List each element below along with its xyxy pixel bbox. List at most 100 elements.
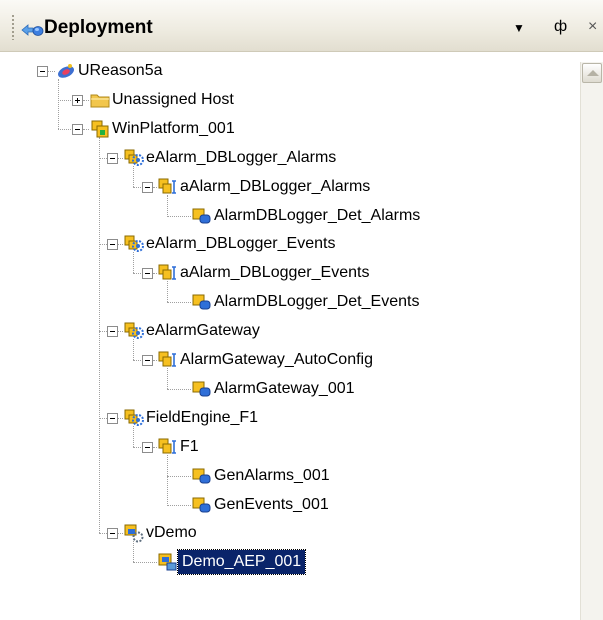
deployment-icon xyxy=(21,24,44,36)
minus-icon xyxy=(145,273,150,275)
tree-guide-line xyxy=(133,562,157,564)
tree-guide-line xyxy=(153,446,157,448)
vertical-scrollbar[interactable] xyxy=(580,62,603,620)
collapse-toggle[interactable] xyxy=(107,528,118,540)
galaxy-icon xyxy=(56,61,76,81)
tree-node-label: AlarmDBLogger_Det_Alarms xyxy=(214,206,421,224)
deployment-tree[interactable]: UReason5a Unassigned Host WinPlatform_001e… xyxy=(0,54,580,620)
tree-guide-line xyxy=(99,136,100,534)
view-app-icon xyxy=(158,552,178,572)
tree-guide-line xyxy=(58,79,59,129)
toolbar-grip[interactable] xyxy=(11,14,15,40)
collapse-toggle[interactable] xyxy=(142,355,153,366)
folder-icon xyxy=(90,90,110,110)
tree-guide-line xyxy=(133,339,134,360)
collapse-toggle[interactable] xyxy=(107,326,118,338)
scroll-up-arrow-icon xyxy=(587,70,599,76)
platform-icon xyxy=(90,119,110,139)
collapse-toggle[interactable] xyxy=(142,268,153,280)
tree-guide-line xyxy=(118,157,123,159)
object-icon xyxy=(192,379,212,399)
collapse-toggle[interactable] xyxy=(107,152,118,164)
area-icon xyxy=(158,350,178,370)
pane-menu-dropdown-button[interactable]: ▼ xyxy=(513,21,525,35)
engine-icon xyxy=(124,408,144,428)
tree-guide-line xyxy=(83,99,89,101)
tree-node-label: FieldEngine_F1 xyxy=(146,408,259,426)
collapse-toggle[interactable] xyxy=(142,441,153,453)
tree-guide-line xyxy=(153,273,157,275)
area-icon xyxy=(158,177,178,197)
tree-guide-line xyxy=(167,368,168,389)
tree-node-label: vDemo xyxy=(146,524,197,542)
tree-guide-line xyxy=(153,360,157,361)
expand-toggle[interactable] xyxy=(72,94,83,106)
tree-guide-line xyxy=(133,165,134,187)
tree-node-label: aAlarm_DBLogger_Events xyxy=(180,264,370,282)
view-engine-icon xyxy=(124,523,144,543)
minus-icon xyxy=(145,186,150,188)
minus-icon xyxy=(145,446,150,448)
tree-guide-line xyxy=(83,128,89,130)
tree-guide-line xyxy=(167,281,168,303)
minus-icon xyxy=(110,417,115,419)
tree-guide-line xyxy=(167,475,191,477)
tree-node-label: eAlarm_DBLogger_Alarms xyxy=(146,148,337,166)
engine-icon xyxy=(124,321,144,341)
pin-button[interactable]: ф xyxy=(554,18,567,36)
scroll-up-button[interactable] xyxy=(582,63,602,83)
close-button[interactable]: × xyxy=(588,18,597,36)
tree-node-label: eAlarm_DBLogger_Events xyxy=(146,235,336,253)
collapse-toggle[interactable] xyxy=(142,181,153,193)
tree-guide-line xyxy=(167,215,191,217)
collapse-toggle[interactable] xyxy=(37,66,48,77)
tree-node-label: WinPlatform_001 xyxy=(112,119,235,137)
tree-node-label: Unassigned Host xyxy=(112,90,234,108)
engine-icon xyxy=(124,234,144,254)
object-icon xyxy=(192,495,212,515)
pane-title-bar: Deployment ▼ ф × xyxy=(0,0,603,52)
object-icon xyxy=(192,292,212,312)
tree-node-label: F1 xyxy=(180,437,199,455)
engine-icon xyxy=(124,148,144,168)
minus-icon xyxy=(40,71,45,72)
tree-guide-line xyxy=(118,417,123,419)
tree-node-label: AlarmDBLogger_Det_Events xyxy=(214,293,420,311)
tree-guide-line xyxy=(48,71,55,72)
tree-guide-line xyxy=(167,504,191,506)
tree-node-label: GenEvents_001 xyxy=(214,495,329,513)
tree-node-label: aAlarm_DBLogger_Alarms xyxy=(180,177,371,195)
object-icon xyxy=(192,466,212,486)
tree-node-label: Demo_AEP_001 xyxy=(176,549,307,576)
tree-guide-line xyxy=(118,244,123,246)
deployment-pane: Deployment ▼ ф × UReason5a Unassigned Hos… xyxy=(0,0,603,620)
tree-node-label: eAlarmGateway xyxy=(146,322,260,340)
minus-icon xyxy=(145,360,150,361)
tree-node-label: UReason5a xyxy=(78,62,163,79)
tree-guide-line xyxy=(153,186,157,188)
collapse-toggle[interactable] xyxy=(107,239,118,251)
tree-node-label: AlarmGateway_AutoConfig xyxy=(180,351,373,368)
minus-icon xyxy=(110,244,115,246)
minus-icon xyxy=(110,331,115,333)
plus-icon xyxy=(77,97,78,103)
tree-node-label: AlarmGateway_001 xyxy=(214,379,355,397)
tree-guide-line xyxy=(118,533,123,535)
tree-guide-line xyxy=(133,541,134,563)
tree-node-label: GenAlarms_001 xyxy=(214,466,330,484)
tree-guide-line xyxy=(167,388,191,390)
tree-guide-line xyxy=(133,425,134,447)
tree-guide-line xyxy=(118,331,123,333)
collapse-toggle[interactable] xyxy=(107,412,118,424)
object-icon xyxy=(192,206,212,226)
minus-icon xyxy=(110,533,115,535)
tree-guide-line xyxy=(167,454,168,505)
tree-guide-line xyxy=(133,252,134,274)
minus-icon xyxy=(75,128,80,130)
area-icon xyxy=(158,437,178,457)
pane-title: Deployment xyxy=(44,17,153,38)
collapse-toggle[interactable] xyxy=(72,123,83,135)
tree-guide-line xyxy=(167,194,168,216)
minus-icon xyxy=(110,157,115,159)
area-icon xyxy=(158,263,178,283)
